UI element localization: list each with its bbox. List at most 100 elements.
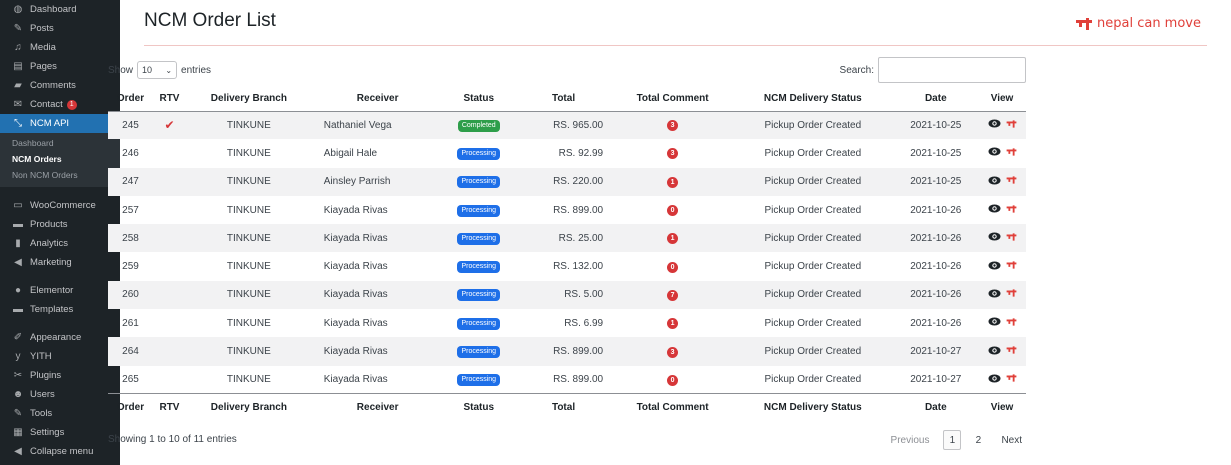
comment-icon: ▰	[14, 80, 22, 91]
eye-icon[interactable]	[988, 176, 1001, 188]
eye-icon[interactable]	[988, 346, 1001, 358]
comment-count-badge[interactable]: 3	[667, 120, 679, 132]
ncm-logo-icon[interactable]	[1006, 147, 1017, 160]
eye-icon[interactable]	[988, 317, 1001, 329]
column-header-delivery-branch[interactable]: Delivery Branch	[185, 393, 312, 420]
column-header-total-comment[interactable]: Total Comment	[613, 87, 733, 112]
ncm-logo-icon[interactable]	[1006, 175, 1017, 188]
status-cell: Processing	[444, 366, 514, 394]
view-cell	[978, 111, 1026, 139]
rtv-cell	[153, 224, 186, 252]
column-header-receiver[interactable]: Receiver	[311, 393, 444, 420]
column-header-order[interactable]: Order	[108, 393, 153, 420]
sidebar-item-products[interactable]: ▬ Products	[0, 215, 120, 234]
column-header-receiver[interactable]: Receiver	[311, 87, 444, 112]
order-id: 261	[122, 317, 139, 329]
receiver-name: Kiayada Rivas	[323, 204, 388, 216]
sidebar-item-tools[interactable]: ✎ Tools	[0, 404, 120, 423]
sidebar-item-appearance[interactable]: ✐ Appearance	[0, 328, 120, 347]
entries-length-select[interactable]: 10 ⌄	[137, 61, 178, 79]
previous-button[interactable]: Previous	[887, 430, 934, 450]
sidebar-item-plugins[interactable]: ✂ Plugins	[0, 366, 120, 385]
sidebar-item-label: Tools	[30, 408, 53, 419]
sidebar-item-settings[interactable]: ▦ Settings	[0, 423, 120, 442]
column-header-rtv[interactable]: RTV	[152, 87, 186, 112]
column-header-view[interactable]: View	[978, 393, 1026, 420]
view-cell	[978, 337, 1026, 365]
column-header-total[interactable]: Total	[513, 393, 614, 420]
sidebar-item-ncm-api[interactable]: ⤡ NCM API	[0, 114, 120, 133]
column-header-date[interactable]: Date	[893, 87, 979, 112]
table-controls-top: Show 10 ⌄ entries Search:	[108, 57, 1026, 83]
sidebar-item-collapse-menu[interactable]: ◀ Collapse menu	[0, 442, 120, 461]
column-header-ncm-delivery-status[interactable]: NCM Delivery Status	[732, 87, 894, 112]
rtv-cell	[153, 309, 186, 337]
column-header-order[interactable]: Order	[108, 87, 153, 112]
comment-count-badge[interactable]: 1	[667, 176, 679, 188]
column-header-status[interactable]: Status	[443, 87, 514, 112]
next-button[interactable]: Next	[997, 430, 1026, 450]
sidebar-item-templates[interactable]: ▬ Templates	[0, 300, 120, 319]
comment-count-badge[interactable]: 1	[667, 318, 679, 330]
comment-count-badge[interactable]: 0	[667, 261, 679, 273]
order-total: RS. 25.00	[558, 232, 604, 244]
column-header-rtv[interactable]: RTV	[152, 393, 186, 420]
sidebar-item-woocommerce[interactable]: ▭ WooCommerce	[0, 196, 120, 215]
sidebar-item-elementor[interactable]: ● Elementor	[0, 281, 120, 300]
page-button-1[interactable]: 1	[943, 430, 962, 450]
ncm-logo-icon[interactable]	[1006, 260, 1017, 273]
menu-group-primary: ◍ Dashboard ✎ Posts ♫ Media ▤ Pages ▰ Comments ✉ Co…	[0, 0, 120, 133]
column-header-status[interactable]: Status	[443, 393, 514, 420]
search-input[interactable]	[878, 57, 1026, 83]
view-cell	[978, 281, 1026, 309]
sidebar-item-media[interactable]: ♫ Media	[0, 38, 120, 57]
column-header-ncm-delivery-status[interactable]: NCM Delivery Status	[732, 393, 894, 420]
column-header-date[interactable]: Date	[893, 393, 979, 420]
comment-count-badge[interactable]: 0	[667, 205, 679, 217]
sidebar-item-posts[interactable]: ✎ Posts	[0, 19, 120, 38]
ncm-logo-icon[interactable]	[1006, 119, 1017, 132]
sidebar-item-label: Elementor	[30, 285, 74, 296]
sidebar-item-comments[interactable]: ▰ Comments	[0, 76, 120, 95]
ncm-logo-icon[interactable]	[1006, 345, 1017, 358]
comment-count-badge[interactable]: 3	[667, 346, 679, 358]
comment-count-badge[interactable]: 7	[667, 289, 679, 301]
sidebar-item-pages[interactable]: ▤ Pages	[0, 57, 120, 76]
submenu-item-dashboard[interactable]: Dashboard	[0, 135, 120, 151]
eye-icon[interactable]	[988, 261, 1001, 273]
sidebar-item-analytics[interactable]: ▮ Analytics	[0, 234, 120, 253]
sidebar-item-yith[interactable]: y YITH	[0, 347, 120, 366]
sidebar-item-contact[interactable]: ✉ Contact 1	[0, 95, 120, 114]
receiver-name: Kiayada Rivas	[323, 261, 388, 273]
column-header-total[interactable]: Total	[513, 87, 614, 112]
ncm-logo-icon[interactable]	[1006, 373, 1017, 386]
products-icon: ▬	[13, 219, 23, 230]
ncm-logo-icon[interactable]	[1006, 317, 1017, 330]
eye-icon[interactable]	[988, 204, 1001, 216]
submenu-item-ncm-orders[interactable]: NCM Orders	[0, 151, 120, 167]
eye-icon[interactable]	[988, 374, 1001, 386]
ncm-logo-icon[interactable]	[1006, 288, 1017, 301]
sidebar-item-dashboard[interactable]: ◍ Dashboard	[0, 0, 120, 19]
eye-icon[interactable]	[988, 119, 1001, 131]
ncm-logo-icon[interactable]	[1006, 232, 1017, 245]
page-button-2[interactable]: 2	[969, 430, 987, 450]
column-header-total-comment[interactable]: Total Comment	[613, 393, 733, 420]
rtv-cell: ✔	[153, 111, 186, 139]
menu-separator	[0, 187, 120, 196]
submenu-item-non-ncm-orders[interactable]: Non NCM Orders	[0, 167, 120, 183]
column-header-view[interactable]: View	[978, 87, 1026, 112]
column-header-delivery-branch[interactable]: Delivery Branch	[185, 87, 312, 112]
eye-icon[interactable]	[988, 147, 1001, 159]
notification-badge: 1	[66, 99, 77, 110]
comment-count-badge[interactable]: 1	[667, 233, 679, 245]
eye-icon[interactable]	[988, 289, 1001, 301]
table-row: 261 TINKUNE Kiayada Rivas Processing RS. 6.9…	[108, 309, 1026, 337]
sidebar-item-users[interactable]: ☻ Users	[0, 385, 120, 404]
table-row: 257 TINKUNE Kiayada Rivas Processing RS. 899…	[108, 196, 1026, 224]
comment-count-badge[interactable]: 0	[667, 374, 679, 386]
ncm-logo-icon[interactable]	[1006, 204, 1017, 217]
comment-count-badge[interactable]: 3	[667, 148, 679, 160]
sidebar-item-marketing[interactable]: ◀ Marketing	[0, 253, 120, 272]
eye-icon[interactable]	[988, 232, 1001, 244]
